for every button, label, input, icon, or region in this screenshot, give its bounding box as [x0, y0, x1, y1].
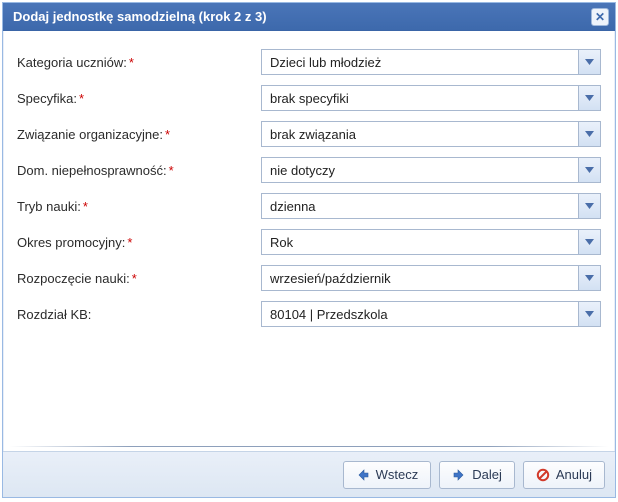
chevron-down-icon: [585, 203, 594, 209]
label-kategoria-uczniow: Kategoria uczniów:*: [17, 55, 261, 70]
input-tryb-nauki[interactable]: [262, 194, 578, 218]
label-niepelnosprawnosc: Dom. niepełnosprawność:*: [17, 163, 261, 178]
combo-rozpoczecie-nauki[interactable]: [261, 265, 601, 291]
row-zwiazanie: Związanie organizacyjne:*: [17, 121, 601, 147]
row-okres-promocyjny: Okres promocyjny:*: [17, 229, 601, 255]
row-tryb-nauki: Tryb nauki:*: [17, 193, 601, 219]
label-rozdzial-kb: Rozdział KB:: [17, 307, 261, 322]
chevron-down-icon: [585, 59, 594, 65]
label-okres-promocyjny: Okres promocyjny:*: [17, 235, 261, 250]
cancel-button[interactable]: Anuluj: [523, 461, 605, 489]
row-rozpoczecie-nauki: Rozpoczęcie nauki:*: [17, 265, 601, 291]
dropdown-trigger[interactable]: [578, 158, 600, 182]
cancel-icon: [536, 468, 550, 482]
chevron-down-icon: [585, 311, 594, 317]
row-niepelnosprawnosc: Dom. niepełnosprawność:*: [17, 157, 601, 183]
close-icon: ✕: [595, 11, 605, 23]
required-marker: *: [127, 235, 132, 250]
input-zwiazanie[interactable]: [262, 122, 578, 146]
next-button-label: Dalej: [472, 467, 502, 482]
dialog-window: Dodaj jednostkę samodzielną (krok 2 z 3)…: [2, 2, 616, 498]
combo-niepelnosprawnosc[interactable]: [261, 157, 601, 183]
dropdown-trigger[interactable]: [578, 302, 600, 326]
input-specyfika[interactable]: [262, 86, 578, 110]
dropdown-trigger[interactable]: [578, 266, 600, 290]
form-body: Kategoria uczniów:* Specyfika:*: [3, 31, 615, 347]
row-kategoria-uczniow: Kategoria uczniów:*: [17, 49, 601, 75]
dropdown-trigger[interactable]: [578, 122, 600, 146]
required-marker: *: [83, 199, 88, 214]
combo-zwiazanie[interactable]: [261, 121, 601, 147]
label-zwiazanie: Związanie organizacyjne:*: [17, 127, 261, 142]
dropdown-trigger[interactable]: [578, 50, 600, 74]
chevron-down-icon: [585, 239, 594, 245]
cancel-button-label: Anuluj: [556, 467, 592, 482]
input-okres-promocyjny[interactable]: [262, 230, 578, 254]
required-marker: *: [129, 55, 134, 70]
dropdown-trigger[interactable]: [578, 194, 600, 218]
label-rozpoczecie-nauki: Rozpoczęcie nauki:*: [17, 271, 261, 286]
required-marker: *: [165, 127, 170, 142]
chevron-down-icon: [585, 131, 594, 137]
required-marker: *: [79, 91, 84, 106]
dialog-footer: Wstecz Dalej Anuluj: [3, 451, 615, 497]
required-marker: *: [132, 271, 137, 286]
input-niepelnosprawnosc[interactable]: [262, 158, 578, 182]
dialog-titlebar: Dodaj jednostkę samodzielną (krok 2 z 3)…: [3, 3, 615, 31]
row-specyfika: Specyfika:*: [17, 85, 601, 111]
row-rozdzial-kb: Rozdział KB:: [17, 301, 601, 327]
label-specyfika: Specyfika:*: [17, 91, 261, 106]
chevron-down-icon: [585, 275, 594, 281]
arrow-left-icon: [356, 468, 370, 482]
dialog-title: Dodaj jednostkę samodzielną (krok 2 z 3): [13, 9, 267, 24]
close-button[interactable]: ✕: [591, 8, 609, 26]
dropdown-trigger[interactable]: [578, 86, 600, 110]
input-rozdzial-kb[interactable]: [262, 302, 578, 326]
arrow-right-icon: [452, 468, 466, 482]
required-marker: *: [169, 163, 174, 178]
chevron-down-icon: [585, 95, 594, 101]
combo-rozdzial-kb[interactable]: [261, 301, 601, 327]
footer-separator: [9, 446, 609, 447]
combo-specyfika[interactable]: [261, 85, 601, 111]
combo-kategoria-uczniow[interactable]: [261, 49, 601, 75]
chevron-down-icon: [585, 167, 594, 173]
input-kategoria-uczniow[interactable]: [262, 50, 578, 74]
next-button[interactable]: Dalej: [439, 461, 515, 489]
back-button-label: Wstecz: [376, 467, 419, 482]
back-button[interactable]: Wstecz: [343, 461, 432, 489]
dropdown-trigger[interactable]: [578, 230, 600, 254]
combo-okres-promocyjny[interactable]: [261, 229, 601, 255]
input-rozpoczecie-nauki[interactable]: [262, 266, 578, 290]
label-tryb-nauki: Tryb nauki:*: [17, 199, 261, 214]
combo-tryb-nauki[interactable]: [261, 193, 601, 219]
